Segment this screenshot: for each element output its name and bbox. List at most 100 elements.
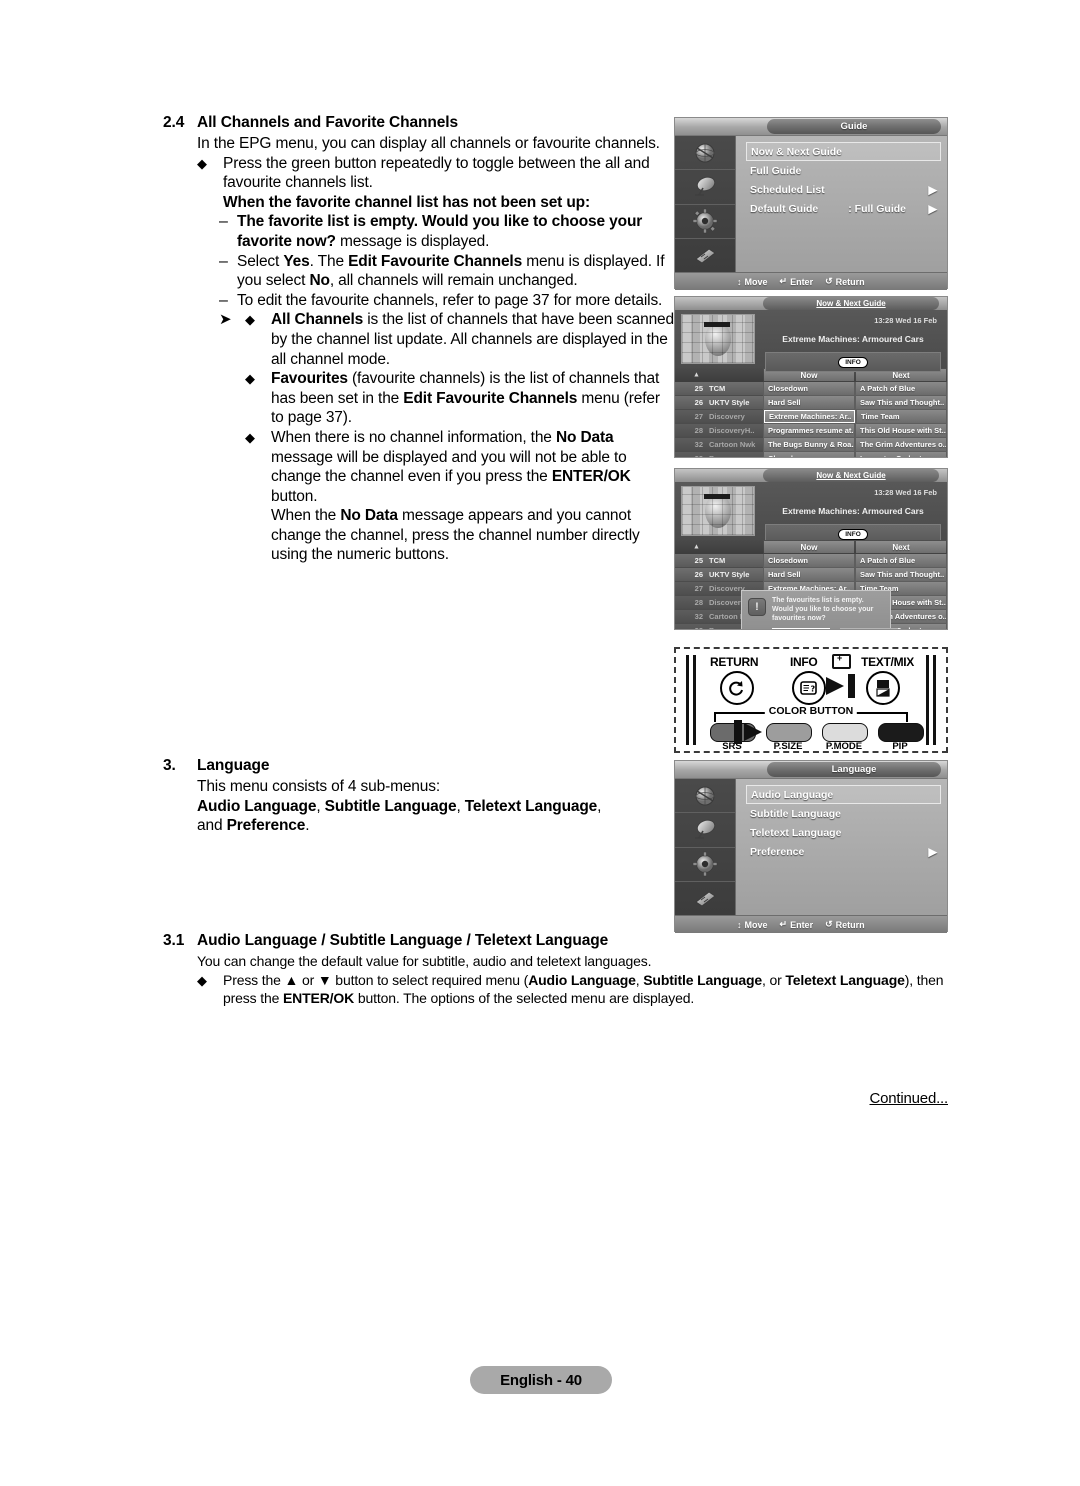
section-3-block: 3. Language This menu consists of 4 sub-… (163, 757, 683, 836)
b31-subtitle: Subtitle Language (643, 971, 763, 988)
globe-icon[interactable] (675, 136, 735, 171)
epg-title: Now & Next Guide (816, 299, 886, 308)
epg-now-cell: Closedown (764, 382, 854, 395)
table-row[interactable]: 25 TCM Closedown A Patch of Blue (675, 382, 947, 396)
epg-grid: ▲ Now Next 25 TCM Closedown A Patch of Bl… (675, 540, 947, 629)
guide-menu-sidebar (675, 136, 736, 272)
guide-item-label: Full Guide (750, 164, 802, 177)
return-button[interactable] (720, 671, 754, 705)
scroll-up-arrow-icon[interactable]: ▲ (693, 372, 700, 379)
table-row[interactable]: 25 TCM Closedown A Patch of Blue (675, 554, 947, 568)
bullet-favourites: ◆ Favourites (favourite channels) is the… (245, 369, 675, 428)
table-row[interactable]: 32 Cartoon Nwk The Bugs Bunny & Roa.. The… (675, 438, 947, 452)
guide-menu-title-tab: Guide (767, 119, 941, 134)
footer-move[interactable]: ↕ Move (737, 920, 768, 930)
b31a: Press the ▲ or ▼ button to select requir… (223, 971, 529, 988)
language-item-audio[interactable]: Audio Language (746, 785, 941, 804)
dialog-no-button[interactable]: No (840, 628, 898, 629)
footer-enter[interactable]: ↵ Enter (780, 919, 814, 930)
epg-now-next-screenshot: Now & Next Guide 13:28 Wed 16 Feb Extrem… (674, 296, 948, 458)
guide-item-value: : Full Guide (848, 202, 907, 215)
epg-now-cell: Extreme Machines: Ar.. (764, 410, 855, 423)
channel-number: 25 (694, 384, 703, 393)
guide-item-label: Scheduled List (750, 183, 825, 196)
info-button[interactable]: ? (792, 671, 826, 705)
table-row[interactable]: 28 DiscoveryH.. Programmes resume at.. Th… (675, 424, 947, 438)
language-item-teletext[interactable]: Teletext Language (746, 823, 941, 842)
channel-name: TCM (709, 384, 726, 393)
nd-bold3: No Data (340, 507, 398, 525)
channel-number: 28 (694, 598, 703, 607)
srs-label: SRS (722, 741, 742, 752)
globe-icon[interactable] (675, 779, 735, 814)
channel-name: UKTV Style (709, 398, 750, 407)
table-row[interactable]: 27 Discovery Extreme Machines: Ar.. Time … (675, 410, 947, 424)
section-title: All Channels and Favorite Channels (197, 114, 459, 131)
gear-icon[interactable] (675, 848, 735, 882)
table-row[interactable]: 33Boomerang Closedown Inspector Gadget (675, 452, 947, 457)
footer-enter[interactable]: ↵ Enter (780, 276, 814, 287)
footer-return[interactable]: ↺ Return (825, 919, 865, 930)
bullet-all-channels: ➤ ◆ All Channels is the list of channels… (219, 310, 675, 369)
guide-item-full-guide[interactable]: Full Guide (746, 161, 941, 180)
channel-name: Discovery (709, 412, 745, 421)
scroll-up-arrow-icon[interactable]: ▲ (693, 544, 700, 551)
language-item-subtitle[interactable]: Subtitle Language (746, 804, 941, 823)
gear-icon[interactable] (675, 205, 735, 239)
guide-item-now-next[interactable]: Now & Next Guide (746, 142, 941, 161)
period: . (305, 817, 310, 835)
guide-menu-body: Now & Next Guide Full Guide Scheduled Li… (675, 136, 947, 272)
epg-next-cell: Inspector Gadget (856, 452, 946, 457)
guide-item-scheduled-list[interactable]: Scheduled List ▶ (746, 180, 941, 199)
dialog-body: The favourites list is empty. Would you … (772, 596, 898, 629)
manual-page: 2.4 All Channels and Favorite Channels I… (0, 0, 1080, 1486)
table-row[interactable]: 26 UKTV Style Hard Sell Saw This and Thou… (675, 396, 947, 410)
pip-button[interactable] (878, 723, 924, 742)
footer-move[interactable]: ↕ Move (737, 277, 768, 287)
satellite-dish-icon[interactable] (675, 170, 735, 205)
epg-title-tab: Now & Next Guide (763, 469, 939, 482)
nd-c: button. (271, 487, 318, 505)
subhead-text: When the favorite channel list has not b… (223, 193, 590, 211)
bullet-fav-text: Favourites (favourite channels) is the l… (271, 369, 675, 428)
dash1-rest: message is displayed. (335, 232, 490, 250)
nd-d: When the (271, 507, 341, 525)
satellite-dish-icon[interactable] (675, 813, 735, 848)
channel-name: DiscoveryH.. (709, 426, 755, 435)
psize-button[interactable] (766, 723, 812, 742)
return-label: RETURN (710, 655, 759, 669)
pmode-label: P.MODE (825, 741, 863, 752)
channel-number: 32 (694, 440, 703, 449)
info-badge[interactable]: INFO (838, 528, 868, 540)
updown-arrow-icon: ↕ (737, 276, 742, 287)
footer-label: Move (744, 919, 768, 930)
epg-channel-cell: 33Boomerang (675, 452, 763, 457)
textmix-button[interactable] (866, 671, 900, 705)
language-menu-title: Language (831, 764, 877, 775)
info-badge[interactable]: INFO (838, 356, 868, 368)
language-item-preference[interactable]: Preference ▶ (746, 842, 941, 861)
epg-channel-cell: 26 UKTV Style (675, 396, 763, 410)
epg-next-cell: Time Team (857, 410, 946, 423)
fav-bold2: Edit Favourite Channels (403, 389, 578, 407)
guide-item-label: Default Guide (750, 202, 819, 215)
remote-icon[interactable] (675, 882, 735, 915)
epg-next-cell: Saw This and Thought.. (856, 396, 946, 409)
pmode-button[interactable] (822, 723, 868, 742)
language-item-label: Teletext Language (750, 826, 842, 839)
section-2-4-heading: 2.4 All Channels and Favorite Channels (163, 114, 675, 132)
epg-channel-cell: 28 DiscoveryH.. (675, 424, 763, 438)
guide-item-default-guide[interactable]: Default Guide : Full Guide ▶ (746, 199, 941, 218)
guide-item-label: Now & Next Guide (751, 145, 843, 158)
channel-name: TCM (709, 556, 726, 565)
section-3-1-heading: 3.1 Audio Language / Subtitle Language /… (163, 932, 963, 950)
dialog-yes-button[interactable]: Yes (772, 628, 830, 629)
epg-favourites-dialog-screenshot: Now & Next Guide 13:28 Wed 16 Feb Extrem… (674, 468, 948, 630)
remote-icon[interactable] (675, 239, 735, 272)
dialog-message-line-2: Would you like to choose your (772, 606, 874, 613)
language-menu-titlebar: Language (675, 761, 947, 779)
footer-return[interactable]: ↺ Return (825, 276, 865, 287)
continued-label: Continued... (869, 1090, 949, 1107)
table-row[interactable]: 26 UKTV Style Hard Sell Saw This and Thou… (675, 568, 947, 582)
epg-channel-col-header: ▲ (675, 368, 763, 382)
